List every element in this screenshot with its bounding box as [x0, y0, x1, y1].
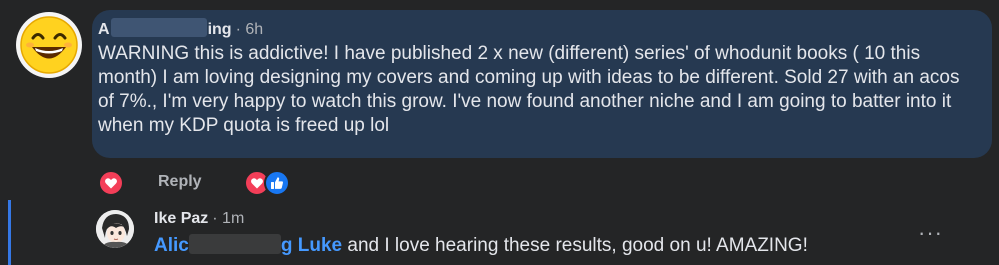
mention-name-start: Alic [154, 235, 189, 256]
meta-separator: · [212, 210, 218, 227]
comment-bubble: Aing · 6h WARNING this is addictive! I ha… [92, 10, 992, 158]
anime-avatar-icon[interactable] [96, 210, 134, 248]
author-name-end: ing [207, 21, 232, 38]
meta-separator: · [235, 21, 241, 38]
mention-name-end: g Luke [280, 235, 343, 256]
comment-author-link[interactable]: Aing [98, 18, 232, 38]
comment-text: WARNING this is addictive! I have publis… [98, 43, 960, 136]
laughing-emoji-avatar-icon[interactable] [16, 12, 82, 78]
reply-text-content: and I love hearing these results, good o… [342, 235, 808, 256]
reply-button[interactable]: Reply [158, 173, 202, 191]
reply-meta: Ike Paz · 1m [154, 210, 244, 228]
redacted-name-block [188, 234, 281, 254]
comment-meta: Aing · 6h [98, 18, 263, 39]
comment-timestamp[interactable]: 6h [245, 21, 263, 38]
heart-reaction-icon[interactable] [98, 170, 124, 196]
redacted-name-block [110, 18, 207, 37]
more-options-icon[interactable]: ··· [918, 220, 943, 246]
reply-text: Alic g Luke and I love hearing these resu… [154, 234, 808, 257]
reply-author-link[interactable]: Ike Paz [154, 210, 208, 227]
reply-timestamp[interactable]: 1m [222, 210, 244, 227]
mention-link[interactable]: Alic g Luke [154, 234, 343, 256]
like-reaction-icon[interactable] [264, 170, 290, 196]
author-name-start: A [98, 21, 110, 38]
thread-connector-line [8, 200, 11, 265]
comment-thread: Aing · 6h WARNING this is addictive! I ha… [0, 0, 999, 265]
